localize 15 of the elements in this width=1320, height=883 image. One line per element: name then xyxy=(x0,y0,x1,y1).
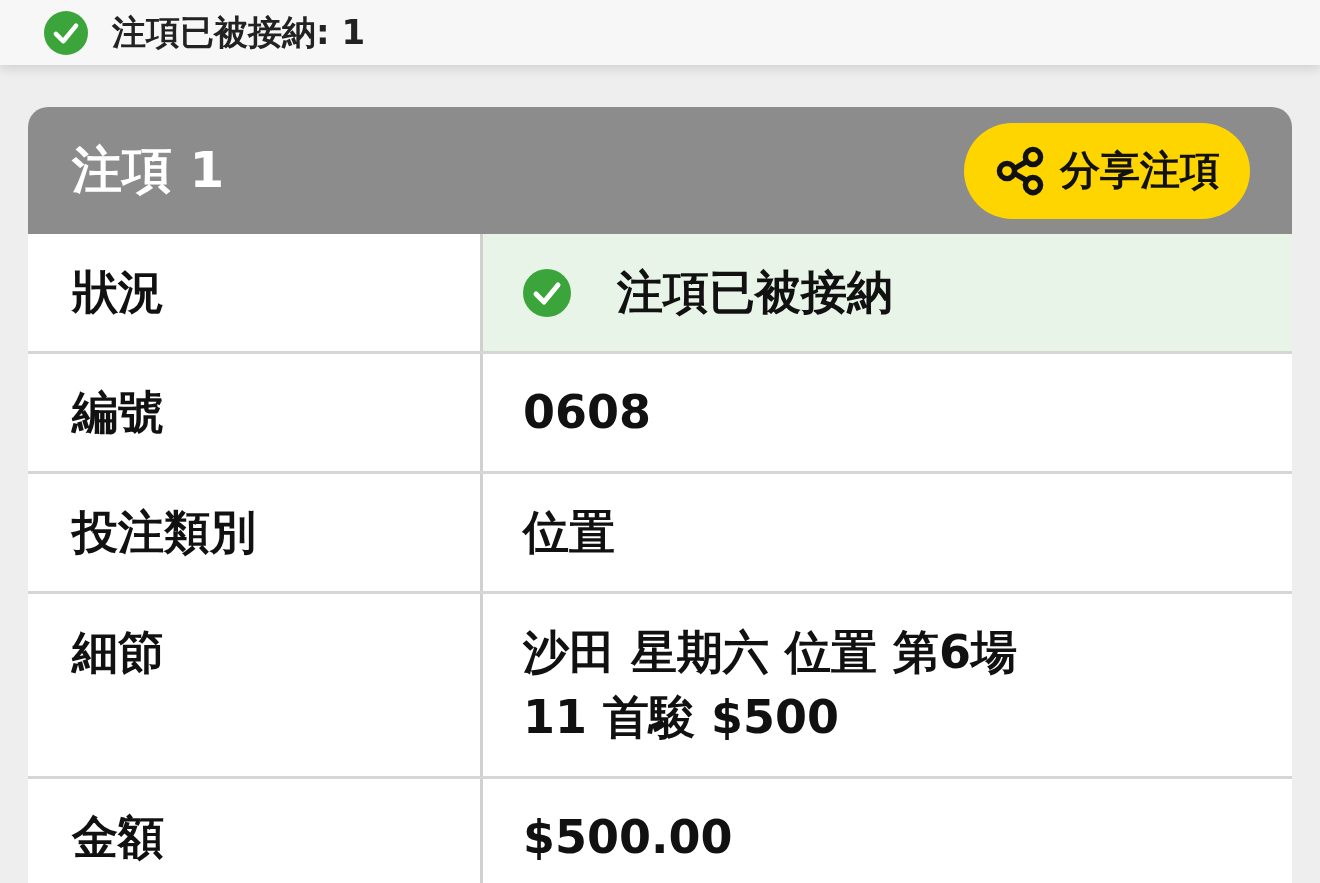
share-icon xyxy=(994,144,1046,197)
status-text: 注項已被接納 xyxy=(617,264,893,321)
card-title: 注項 1 xyxy=(72,140,225,201)
row-value: 沙田 星期六 位置 第6場 11 首駿 $500 xyxy=(522,624,1019,746)
row-label: 細節 xyxy=(28,594,483,776)
check-icon xyxy=(523,268,571,317)
check-icon xyxy=(44,10,88,55)
row-value: 0608 xyxy=(522,384,653,441)
row-value: $500.00 xyxy=(522,809,734,866)
row-label: 編號 xyxy=(28,354,483,471)
row-label: 金額 xyxy=(28,779,483,883)
row-label: 投注類別 xyxy=(28,474,483,591)
share-button[interactable]: 分享注項 xyxy=(964,122,1250,219)
summary-text: 注項已被接納: 1 xyxy=(112,10,366,54)
row-value: 位置 xyxy=(521,504,616,561)
